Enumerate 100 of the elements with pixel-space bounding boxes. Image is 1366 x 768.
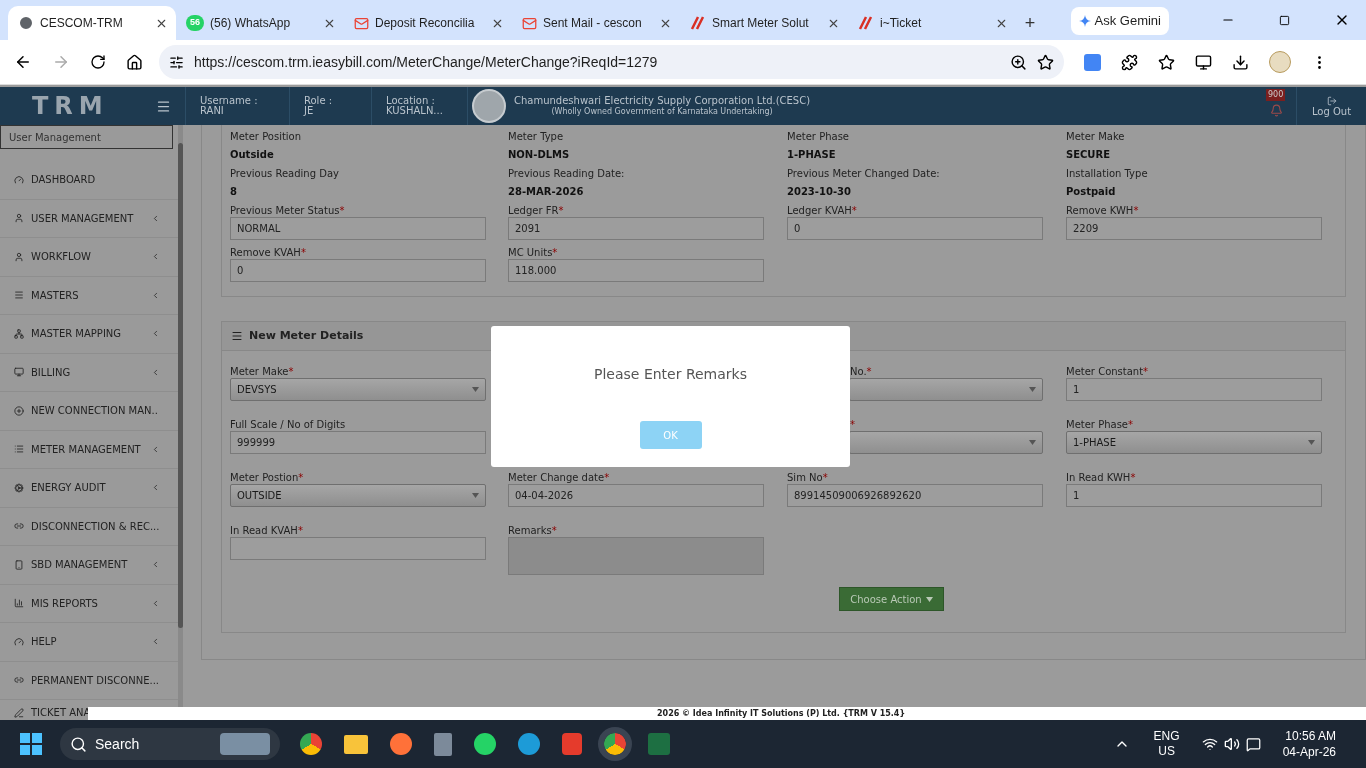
language-text[interactable]: ENG [1153,729,1180,744]
wifi-icon[interactable] [1201,736,1218,752]
company-name: Chamundeshwari Electricity Supply Corporation Ltd.(CESC) [514,95,811,106]
slash-logo-icon [858,16,874,30]
required-mark: * [866,366,872,378]
header-label: Location : [386,96,436,106]
app-icon[interactable] [562,733,582,755]
clock-date[interactable]: 04-Apr-26 [1282,744,1336,760]
select-field[interactable]: 1-PHASE [1066,431,1322,454]
header-label: Role : [304,96,334,106]
chevron-icon [151,290,160,300]
required-mark: * [822,472,828,484]
text-field[interactable]: 89914509006926892620 [787,484,1043,507]
whatsapp-icon[interactable] [474,733,496,755]
bar-chart-icon [14,598,24,609]
info-value: 1-PHASE [787,149,837,161]
company-subtitle: (Wholly Owned Government of Karnataka Undertaking) [551,107,773,117]
text-field[interactable]: 118.000 [508,259,764,282]
calculator-icon[interactable] [434,732,452,756]
caret-icon [1308,440,1315,445]
company-logo [472,89,506,123]
edge-icon[interactable] [518,733,540,755]
browser-tab[interactable]: 56 (56) WhatsApp [176,6,344,40]
link-icon [14,521,24,532]
field-label: Meter Change date [508,472,605,484]
text-field[interactable]: 999999 [230,431,486,454]
remarks-field[interactable] [508,537,764,575]
scrollbar-thumb[interactable] [178,143,183,628]
field-label: Ledger FR [508,205,559,217]
text-field[interactable]: 0 [787,217,1043,240]
select-field[interactable] [849,378,1043,401]
info-label: Meter Position [230,131,303,143]
required-mark: * [1143,366,1149,378]
text-field[interactable]: 2091 [508,217,764,240]
mail-icon [354,15,369,31]
text-field[interactable]: 04-04-2026 [508,484,764,507]
browser-tab[interactable]: Deposit Reconcilia [344,6,512,40]
text-field[interactable]: 1 [1066,378,1322,401]
browser-tab[interactable]: i~Ticket [848,6,1016,40]
list-icon [231,330,243,342]
user-icon [14,213,24,224]
caret-icon [1029,387,1036,392]
choose-action-button[interactable]: Choose Action [839,587,944,611]
bars-icon [14,290,24,301]
info-value: Outside [230,149,275,161]
browser-tab[interactable]: Smart Meter Solut [680,6,848,40]
download-icon[interactable] [1232,53,1249,71]
taskbar-search[interactable]: Search [60,728,280,760]
text-field[interactable]: 1 [1066,484,1322,507]
gauge-icon [14,636,24,647]
extensions-icon[interactable] [1121,53,1138,71]
chrome-icon[interactable] [300,733,322,755]
select-field[interactable]: DEVSYS [230,378,486,401]
region-text[interactable]: US [1158,744,1175,759]
notification-icon[interactable] [1245,736,1261,752]
clock-time[interactable]: 10:56 AM [1285,728,1336,744]
required-mark: * [551,525,557,537]
maximize-icon[interactable] [1279,15,1290,26]
new-tab-button[interactable]: + [1016,6,1044,40]
header-value: JE [304,106,315,116]
address-bar[interactable]: https://cescom.trm.ieasybill.com/MeterChange/MeterChange?iReqId=1279 [159,45,1064,79]
field-label: Sim No [787,472,823,484]
field-label: Meter Make [230,366,289,378]
text-field[interactable] [230,537,486,560]
required-mark: * [850,419,855,431]
caret-icon [1029,440,1036,445]
firefox-icon[interactable] [390,733,412,755]
bookmark-icon[interactable] [1037,53,1054,71]
cast-icon[interactable] [1195,53,1212,71]
info-label: Installation Type [1066,168,1149,180]
zoom-icon[interactable] [1010,53,1027,71]
site-icon [18,15,34,31]
info-label: Previous Reading Date: [508,168,626,180]
select-field[interactable] [849,431,1043,454]
site-settings-icon[interactable] [169,54,184,70]
logout-button[interactable]: Log Out [1296,87,1366,125]
gemini-button[interactable]: Ask Gemini [1070,7,1169,35]
favorites-icon[interactable] [1158,53,1175,71]
chevron-icon [151,329,160,339]
volume-icon[interactable] [1223,736,1240,752]
field-label: Meter Constant [1066,366,1144,378]
text-field[interactable]: 0 [230,259,486,282]
notification-badge: 900 [1266,89,1286,101]
text-field[interactable]: NORMAL [230,217,486,240]
mail-icon [522,15,537,31]
browser-tab[interactable]: CESCOM-TRM [8,6,176,40]
select-field[interactable]: OUTSIDE [230,484,486,507]
home-icon[interactable] [126,53,143,71]
back-icon[interactable] [14,53,32,71]
windows-icon[interactable] [20,733,42,755]
folder-icon[interactable] [344,734,368,754]
info-value: 8 [230,186,238,198]
slash-logo-icon [690,16,706,30]
reload-icon[interactable] [90,54,106,70]
text-field[interactable]: 2209 [1066,217,1322,240]
menu-icon[interactable] [156,98,171,114]
required-mark: * [1128,419,1133,431]
search-field[interactable]: User Management [0,125,173,149]
alert-message: Please Enter Remarks [594,365,747,384]
browser-tab[interactable]: Sent Mail - cescon [512,6,680,40]
